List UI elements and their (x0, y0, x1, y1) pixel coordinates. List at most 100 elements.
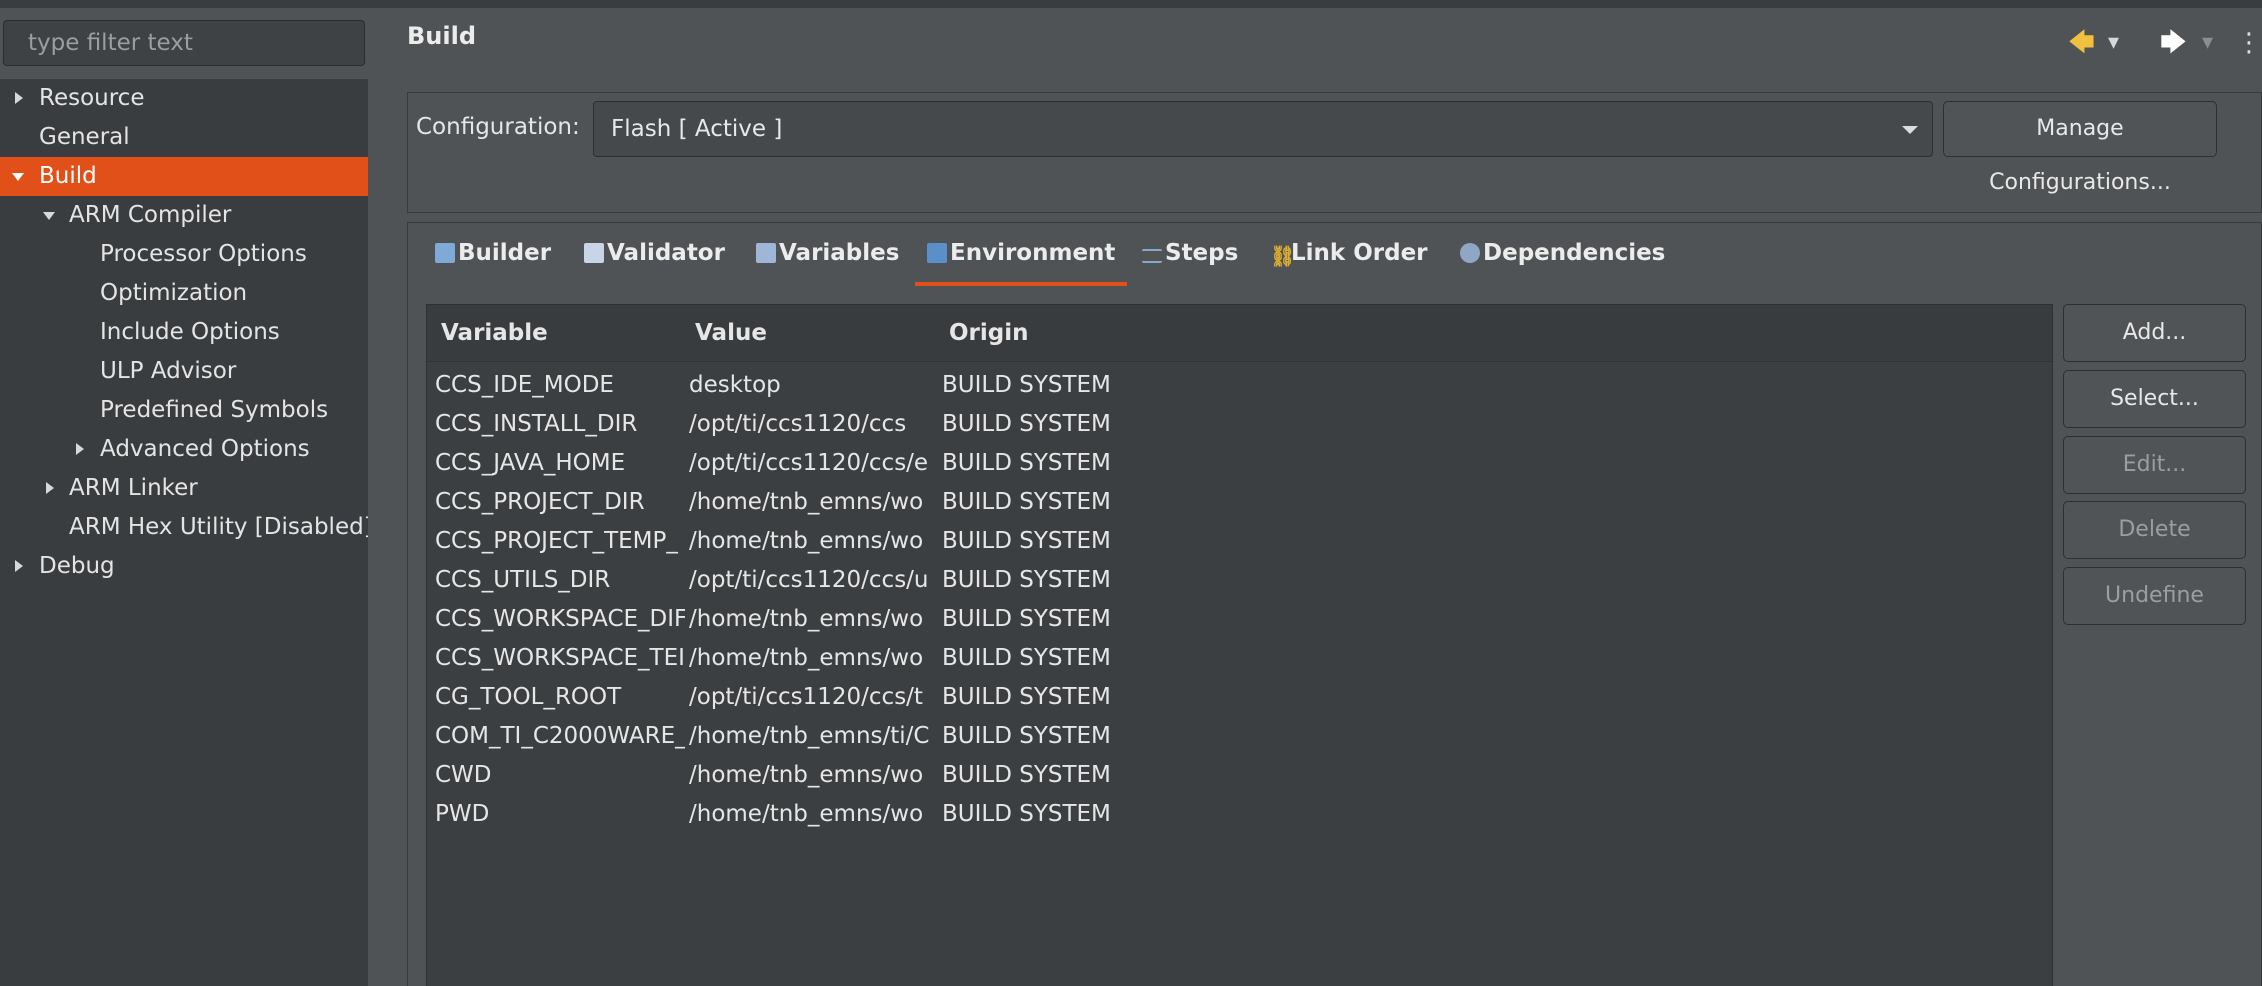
tab-environment[interactable]: Environment (914, 236, 1128, 286)
collapse-arrow-icon[interactable] (43, 212, 55, 220)
table-row[interactable]: CCS_UTILS_DIR/opt/ti/ccs1120/ccs/u BUILD … (427, 561, 2052, 600)
cell-variable: PWD (435, 801, 490, 827)
cell-value: /home/tnb_emns/wo (689, 801, 924, 827)
cell-value: /opt/ti/ccs1120/ccs/e (689, 450, 929, 476)
tree-item-predefined-symbols[interactable]: Predefined Symbols (0, 391, 368, 430)
cell-origin: BUILD SYSTEM (942, 606, 1111, 632)
table-row[interactable]: COM_TI_C2000WARE_/home/tnb_emns/ti/C BUIL… (427, 717, 2052, 756)
tree-item-label: Resource (39, 85, 145, 111)
filter-input[interactable]: type filter text (3, 20, 365, 66)
edit-button[interactable]: Edit... (2063, 436, 2246, 494)
cell-origin: BUILD SYSTEM (942, 489, 1111, 515)
configuration-value: Flash [ Active ] (611, 116, 783, 142)
tree-item-advanced-options[interactable]: Advanced Options (0, 430, 368, 469)
manage-configurations-button[interactable]: Manage Configurations... (1943, 101, 2217, 195)
tree-item-debug[interactable]: Debug (0, 547, 368, 586)
tree-item-optimization[interactable]: Optimization (0, 274, 368, 313)
tree-item-label: ULP Advisor (100, 358, 237, 384)
tree-item-resource[interactable]: Resource (0, 79, 368, 118)
environment-variables-table[interactable]: Variable Value Origin CCS_IDE_MODE deskto… (426, 304, 2053, 986)
cell-value: /home/tnb_emns/wo (689, 489, 924, 515)
delete-button[interactable]: Delete (2063, 501, 2246, 559)
cell-variable: CCS_PROJECT_DIR (435, 489, 645, 515)
cell-value: /home/tnb_emns/wo (689, 645, 924, 671)
tree-item-label: Processor Options (100, 241, 307, 267)
configuration-select[interactable]: Flash [ Active ] (593, 101, 1933, 157)
tree-item-arm-hex-utility[interactable]: ARM Hex Utility [Disabled] (0, 508, 368, 547)
steps-icon (1142, 249, 1162, 263)
cell-value: /home/tnb_emns/wo (689, 606, 924, 632)
cell-variable: CCS_IDE_MODE (435, 372, 614, 398)
tree-item-label: Include Options (100, 319, 280, 345)
expand-arrow-icon[interactable] (46, 482, 54, 494)
tree-item-label: Optimization (100, 280, 248, 306)
tree-item-label: Build (39, 163, 97, 189)
preferences-sidebar: type filter text Resource General Build … (0, 8, 368, 986)
cell-variable: CCS_UTILS_DIR (435, 567, 611, 593)
column-header-origin[interactable]: Origin (949, 305, 1029, 361)
cell-variable: CCS_INSTALL_DIR (435, 411, 638, 437)
forward-arrow-icon[interactable]: 🡆 (2160, 28, 2187, 58)
tree-item-general[interactable]: General (0, 118, 368, 157)
select-button[interactable]: Select... (2063, 370, 2246, 428)
cell-value: /home/tnb_emns/ti/C (689, 723, 930, 749)
cell-origin: BUILD SYSTEM (942, 411, 1111, 437)
tree-item-processor-options[interactable]: Processor Options (0, 235, 368, 274)
builder-icon (435, 243, 455, 263)
environment-icon (927, 243, 947, 263)
tab-builder[interactable]: Builder (435, 236, 551, 286)
column-header-variable[interactable]: Variable (441, 305, 548, 361)
tab-link-order[interactable]: ⛓Link Order (1270, 236, 1428, 286)
table-row[interactable]: CCS_IDE_MODE desktop BUILD SYSTEM (427, 366, 2052, 405)
cell-origin: BUILD SYSTEM (942, 801, 1111, 827)
table-row[interactable]: PWD/home/tnb_emns/wo BUILD SYSTEM (427, 795, 2052, 834)
cell-origin: BUILD SYSTEM (942, 762, 1111, 788)
table-row[interactable]: CWD/home/tnb_emns/wo BUILD SYSTEM (427, 756, 2052, 795)
tree-item-label: Predefined Symbols (100, 397, 329, 423)
tree-item-label: Advanced Options (100, 436, 310, 462)
forward-menu-icon[interactable]: ▾ (2202, 28, 2213, 58)
table-row[interactable]: CCS_PROJECT_TEMP_ /home/tnb_emns/wo BUILD … (427, 522, 2052, 561)
back-menu-icon[interactable]: ▾ (2108, 28, 2119, 58)
tree-item-label: ARM Linker (69, 475, 198, 501)
cell-variable: CCS_JAVA_HOME (435, 450, 626, 476)
tree-item-arm-linker[interactable]: ARM Linker (0, 469, 368, 508)
cell-origin: BUILD SYSTEM (942, 528, 1111, 554)
expand-arrow-icon[interactable] (76, 443, 84, 455)
chevron-down-icon (1902, 126, 1918, 134)
table-row[interactable]: CCS_WORKSPACE_TEI/home/tnb_emns/wo BUILD … (427, 639, 2052, 678)
undefine-button[interactable]: Undefine (2063, 567, 2246, 625)
cell-value: /home/tnb_emns/wo (689, 528, 924, 554)
tab-dependencies[interactable]: Dependencies (1460, 236, 1665, 286)
tab-label: Dependencies (1483, 240, 1666, 266)
tab-steps[interactable]: Steps (1142, 236, 1238, 286)
cell-origin: BUILD SYSTEM (942, 684, 1111, 710)
table-row[interactable]: CG_TOOL_ROOT/opt/ti/ccs1120/ccs/t BUILD S… (427, 678, 2052, 717)
view-menu-icon[interactable]: ⋮ (2236, 28, 2262, 58)
cell-origin: BUILD SYSTEM (942, 567, 1111, 593)
add-button[interactable]: Add... (2063, 304, 2246, 362)
expand-arrow-icon[interactable] (15, 92, 23, 104)
column-header-value[interactable]: Value (695, 305, 767, 361)
table-row[interactable]: CCS_JAVA_HOME/opt/ti/ccs1120/ccs/e BUILD … (427, 444, 2052, 483)
tree-item-include-options[interactable]: Include Options (0, 313, 368, 352)
table-row[interactable]: CCS_INSTALL_DIR/opt/ti/ccs1120/ccs BUILD … (427, 405, 2052, 444)
tab-label: Steps (1165, 240, 1239, 266)
tree-item-arm-compiler[interactable]: ARM Compiler (0, 196, 368, 235)
table-row[interactable]: CCS_WORKSPACE_DIF/home/tnb_emns/wo BUILD … (427, 600, 2052, 639)
table-row[interactable]: CCS_PROJECT_DIR/home/tnb_emns/wo BUILD SY… (427, 483, 2052, 522)
tree-item-ulp-advisor[interactable]: ULP Advisor (0, 352, 368, 391)
expand-arrow-icon[interactable] (15, 560, 23, 572)
page-title: Build (407, 22, 477, 50)
tab-validator[interactable]: Validator (584, 236, 725, 286)
navigation-toolbar: 🡄 ▾ 🡆 ▾ ⋮ (2068, 28, 2262, 58)
tab-label: Builder (458, 240, 552, 266)
back-arrow-icon[interactable]: 🡄 (2068, 28, 2095, 58)
tree-item-build[interactable]: Build (0, 157, 368, 196)
collapse-arrow-icon[interactable] (12, 173, 24, 181)
cell-variable: CG_TOOL_ROOT (435, 684, 622, 710)
cell-variable: CCS_WORKSPACE_DIF (435, 606, 685, 632)
validator-icon (584, 243, 604, 263)
tab-variables[interactable]: Variables (756, 236, 899, 286)
tree-item-label: Debug (39, 553, 115, 579)
